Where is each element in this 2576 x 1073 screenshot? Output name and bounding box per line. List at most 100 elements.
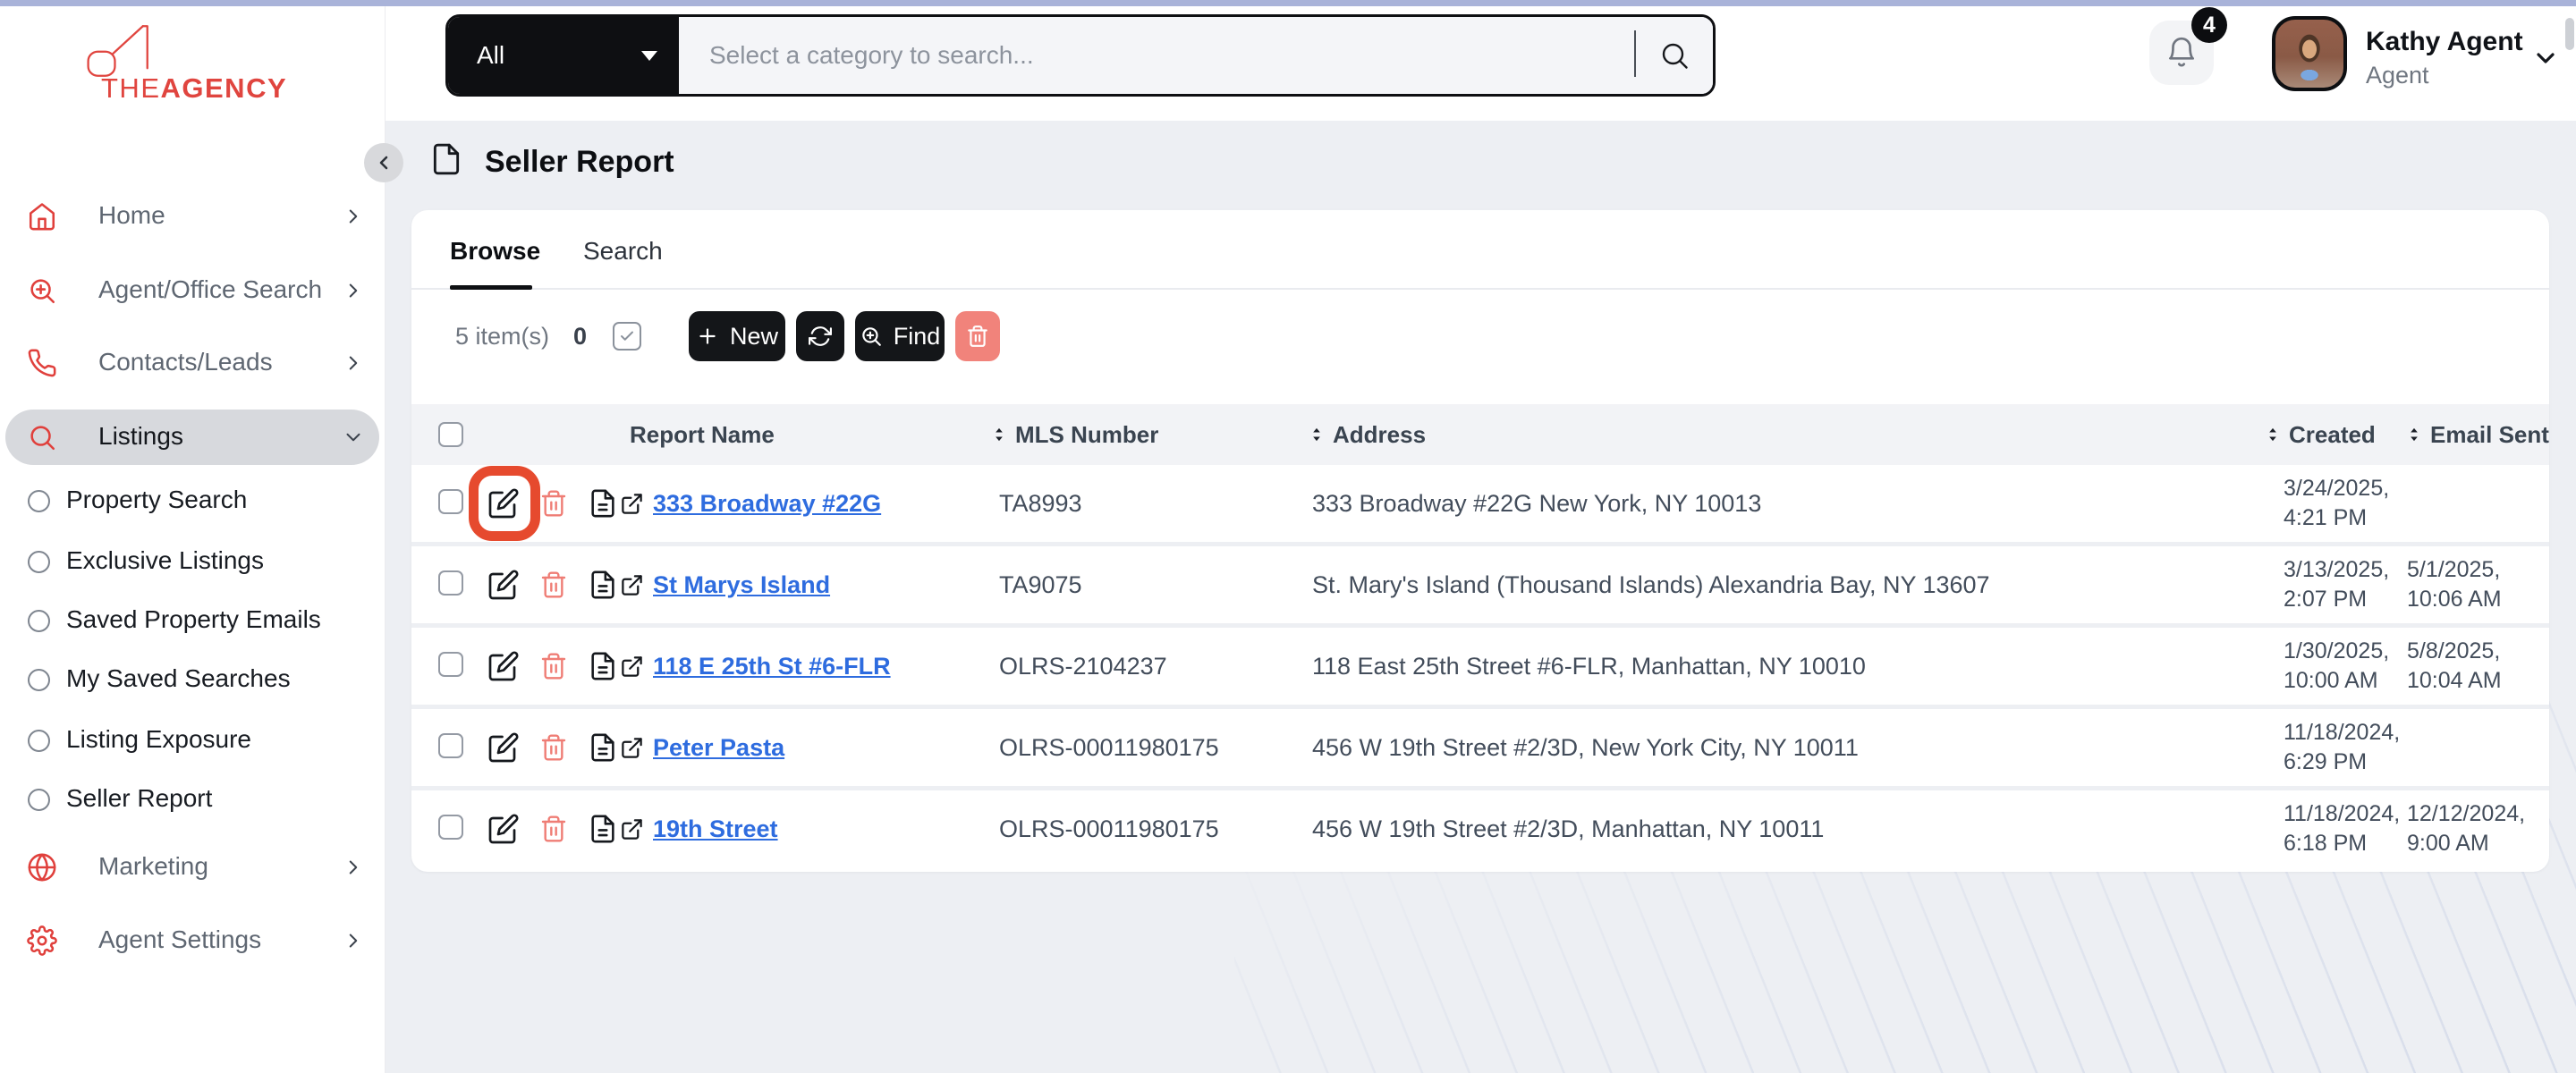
sort-icon <box>2405 424 2423 445</box>
magnifier-plus-icon <box>860 325 883 348</box>
sidebar-item-home[interactable]: Home <box>0 187 385 246</box>
row-checkbox[interactable] <box>438 488 463 514</box>
user-role: Agent <box>2366 62 2429 89</box>
selected-count: 0 <box>573 323 588 350</box>
sidebar-item-agent-settings[interactable]: Agent Settings <box>0 911 385 970</box>
user-avatar[interactable] <box>2272 16 2347 91</box>
user-menu-chevron-icon[interactable] <box>2531 44 2560 72</box>
toolbar: 5 item(s) 0 New Find <box>411 310 2549 362</box>
row-checkbox[interactable] <box>438 814 463 840</box>
address-value: 456 W 19th Street #2/3D, Manhattan, NY 1… <box>1312 815 1825 842</box>
brand-logo[interactable]: THEAGENCY <box>0 13 385 112</box>
sidebar-item-saved-property-emails[interactable]: Saved Property Emails <box>0 591 385 650</box>
external-link-icon[interactable] <box>620 492 644 516</box>
table-row: St Marys Island TA9075 St. Mary's Island… <box>411 546 2549 628</box>
column-header-email-sent[interactable]: Email Sent <box>2384 421 2549 449</box>
app-window: THEAGENCY Home Agent/Office Search Conta… <box>0 0 2576 1073</box>
created-value: 11/18/2024, 6:29 PM <box>2284 720 2401 774</box>
sidebar-item-exclusive-listings[interactable]: Exclusive Listings <box>0 532 385 591</box>
email-sent-value: 5/8/2025, 10:04 AM <box>2407 638 2502 693</box>
new-button[interactable]: New <box>689 311 785 361</box>
chevron-right-icon <box>342 205 365 228</box>
table-row: Peter Pasta OLRS-00011980175 456 W 19th … <box>411 709 2549 790</box>
address-value: St. Mary's Island (Thousand Islands) Ale… <box>1312 570 1990 598</box>
created-value: 1/30/2025, 10:00 AM <box>2284 638 2390 693</box>
refresh-button[interactable] <box>796 311 844 361</box>
column-header-address[interactable]: Address <box>1306 421 2258 449</box>
gear-icon <box>27 925 57 956</box>
search-category-dropdown[interactable]: All <box>448 17 679 94</box>
edit-icon[interactable] <box>487 487 520 520</box>
email-sent-value: 5/1/2025, 10:06 AM <box>2407 557 2502 612</box>
select-all-checkbox[interactable] <box>438 422 463 447</box>
sidebar-item-listings[interactable]: Listings <box>0 410 385 465</box>
selected-item-pill <box>5 410 379 465</box>
refresh-icon <box>809 325 832 348</box>
table-row: 333 Broadway #22G TA8993 333 Broadway #2… <box>411 465 2549 546</box>
edit-icon[interactable] <box>487 731 520 764</box>
edit-icon[interactable] <box>487 650 520 682</box>
sort-icon <box>1308 424 1326 445</box>
report-link[interactable]: Peter Pasta <box>653 734 784 762</box>
row-checkbox[interactable] <box>438 570 463 596</box>
page-title: Seller Report <box>485 145 674 179</box>
globe-icon <box>27 852 57 883</box>
top-accent-line <box>0 0 2576 6</box>
created-value: 3/13/2025, 2:07 PM <box>2284 557 2390 612</box>
created-value: 11/18/2024, 6:18 PM <box>2284 801 2401 856</box>
topbar: All 4 Kathy Agent Agent <box>385 6 2576 121</box>
search-submit-button[interactable] <box>1636 17 1713 94</box>
created-value: 3/24/2025, 4:21 PM <box>2284 476 2390 530</box>
row-checkbox[interactable] <box>438 732 463 758</box>
external-link-icon[interactable] <box>620 736 644 760</box>
external-link-icon[interactable] <box>620 655 644 679</box>
radio-circle-icon <box>28 610 50 632</box>
search-icon <box>27 422 57 452</box>
search-input[interactable] <box>679 17 1634 94</box>
sidebar-item-seller-report[interactable]: Seller Report <box>0 770 385 829</box>
delete-button[interactable] <box>955 311 1000 361</box>
report-link[interactable]: 118 E 25th St #6-FLR <box>653 653 891 680</box>
delete-icon[interactable] <box>539 570 568 599</box>
delete-icon[interactable] <box>539 815 568 843</box>
radio-circle-icon <box>28 551 50 573</box>
sidebar-item-property-search[interactable]: Property Search <box>0 471 385 530</box>
sidebar-item-my-saved-searches[interactable]: My Saved Searches <box>0 650 385 709</box>
find-button[interactable]: Find <box>855 311 945 361</box>
scrollbar-thumb[interactable] <box>2565 18 2574 50</box>
tabs-divider <box>411 288 2549 290</box>
column-header-created[interactable]: Created <box>2258 421 2384 449</box>
sidebar-collapse-button[interactable] <box>364 143 403 182</box>
table-header: Report Name MLS Number Address Created E… <box>411 404 2549 465</box>
radio-circle-icon <box>28 490 50 512</box>
edit-icon[interactable] <box>487 813 520 845</box>
address-value: 456 W 19th Street #2/3D, New York City, … <box>1312 733 1859 761</box>
sidebar-item-contacts-leads[interactable]: Contacts/Leads <box>0 334 385 393</box>
sidebar-item-agent-office-search[interactable]: Agent/Office Search <box>0 261 385 320</box>
tab-browse[interactable]: Browse <box>450 237 540 266</box>
delete-icon[interactable] <box>539 733 568 762</box>
search-plus-icon <box>27 275 57 306</box>
user-name[interactable]: Kathy Agent <box>2366 27 2523 57</box>
row-checkbox[interactable] <box>438 651 463 677</box>
report-link[interactable]: St Marys Island <box>653 571 830 599</box>
email-sent-value: 12/12/2024, 9:00 AM <box>2407 801 2526 856</box>
report-link[interactable]: 19th Street <box>653 815 778 843</box>
delete-icon[interactable] <box>539 489 568 518</box>
page-document-icon <box>429 142 463 176</box>
external-link-icon[interactable] <box>620 573 644 597</box>
table-row: 19th Street OLRS-00011980175 456 W 19th … <box>411 790 2549 867</box>
report-link[interactable]: 333 Broadway #22G <box>653 490 881 518</box>
sidebar-item-listing-exposure[interactable]: Listing Exposure <box>0 711 385 770</box>
external-link-icon[interactable] <box>620 817 644 841</box>
sidebar-item-marketing[interactable]: Marketing <box>0 838 385 897</box>
column-header-mls-number[interactable]: MLS Number <box>988 421 1306 449</box>
select-toggle-checkbox[interactable] <box>613 322 641 351</box>
chevron-right-icon <box>342 279 365 302</box>
mls-value: TA9075 <box>999 570 1082 598</box>
edit-icon[interactable] <box>487 569 520 601</box>
delete-icon[interactable] <box>539 652 568 680</box>
notification-badge: 4 <box>2191 7 2227 43</box>
tab-search[interactable]: Search <box>583 237 663 266</box>
item-count: 5 item(s) <box>455 323 550 350</box>
